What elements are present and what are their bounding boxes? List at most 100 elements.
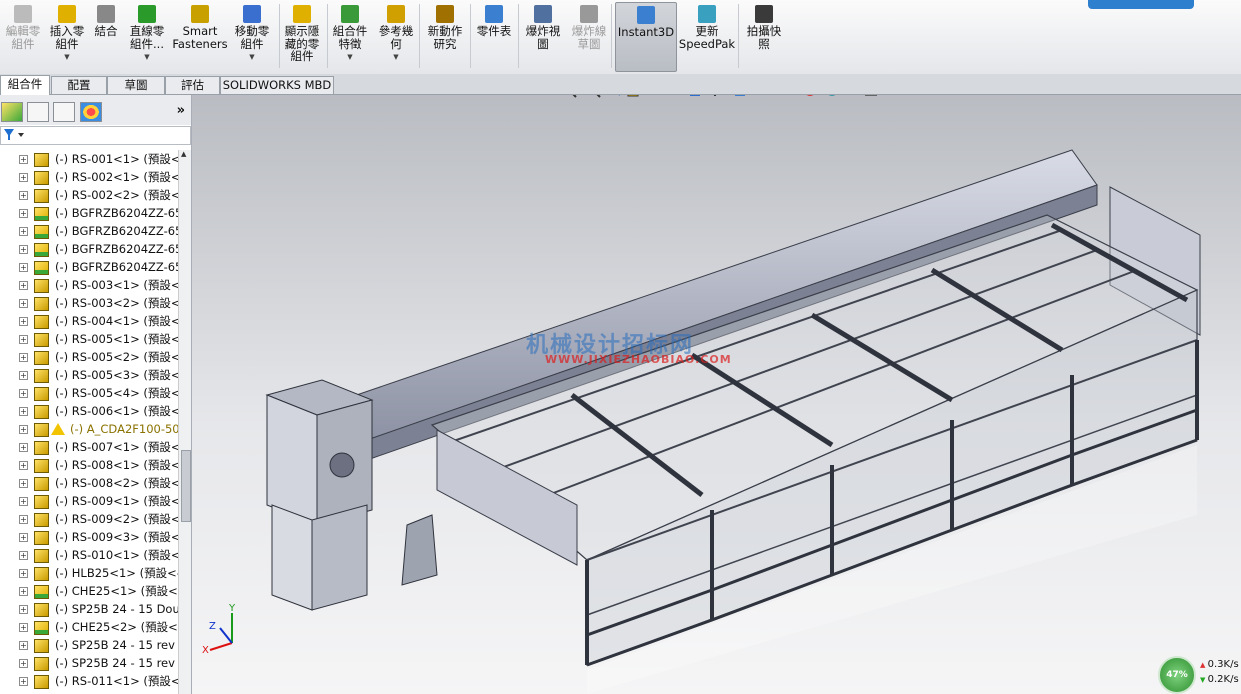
- ribbon-button-bom[interactable]: 零件表: [473, 2, 515, 70]
- ribbon-button-smart-fasteners[interactable]: Smart Fasteners: [172, 2, 228, 70]
- tab-layout[interactable]: 配置: [51, 76, 107, 94]
- tree-item[interactable]: + (-) BGFRZB6204ZZ-65: [0, 204, 178, 222]
- tree-item[interactable]: + (-) RS-006<1> (預設<: [0, 402, 178, 420]
- network-speed-widget[interactable]: 47% 0.3K/s 0.2K/s: [1158, 654, 1241, 694]
- ribbon-button-exploded-view[interactable]: 爆炸視 圖: [521, 2, 565, 70]
- tree-item[interactable]: + (-) RS-001<1> (預設<: [0, 150, 178, 168]
- tree-item[interactable]: + (-) CHE25<1> (預設<: [0, 582, 178, 600]
- scroll-up-icon[interactable]: ▲: [181, 150, 186, 158]
- filter-icon[interactable]: [1, 127, 27, 142]
- ribbon-button-edit-component[interactable]: 編輯零 組件: [2, 2, 44, 70]
- feature-tree-tab-icon[interactable]: [1, 102, 23, 122]
- expand-toggle-icon[interactable]: +: [19, 659, 28, 668]
- edit-appearance-icon[interactable]: [735, 95, 745, 96]
- tree-item[interactable]: + (-) RS-005<1> (預設<: [0, 330, 178, 348]
- section-view-icon[interactable]: [627, 95, 639, 97]
- expand-toggle-icon[interactable]: +: [19, 263, 28, 272]
- tree-item[interactable]: + (-) RS-007<1> (預設<: [0, 438, 178, 456]
- tree-item[interactable]: + (-) BGFRZB6204ZZ-65: [0, 258, 178, 276]
- property-manager-tab-icon[interactable]: [27, 102, 49, 122]
- display-pane-icon[interactable]: [865, 95, 877, 96]
- expand-toggle-icon[interactable]: +: [19, 371, 28, 380]
- feature-tree-filter[interactable]: [0, 126, 191, 145]
- tree-item[interactable]: + (-) RS-002<1> (預設<: [0, 168, 178, 186]
- ribbon-button-assembly-features[interactable]: 組合件 特徵 ▼: [330, 2, 370, 70]
- expand-toggle-icon[interactable]: +: [19, 497, 28, 506]
- ribbon-button-speedpak[interactable]: 更新 SpeedPak: [679, 2, 735, 70]
- expand-toggle-icon[interactable]: +: [19, 443, 28, 452]
- tree-item[interactable]: + (-) RS-005<2> (預設<: [0, 348, 178, 366]
- ribbon-button-motion-study[interactable]: 新動作 研究: [422, 2, 468, 70]
- zoom-to-fit-icon[interactable]: [563, 95, 577, 98]
- configuration-manager-tab-icon[interactable]: [53, 102, 75, 122]
- feature-tree-scrollbar[interactable]: ▲: [178, 150, 191, 694]
- tree-item[interactable]: + (-) RS-010<1> (預設<: [0, 546, 178, 564]
- tree-item[interactable]: + (-) RS-008<1> (預設<: [0, 456, 178, 474]
- tree-item[interactable]: + (-) RS-008<2> (預設<: [0, 474, 178, 492]
- tab-evaluate[interactable]: 評估: [165, 76, 220, 94]
- tree-item[interactable]: + (-) RS-009<1> (預設<: [0, 492, 178, 510]
- ribbon-button-explode-line[interactable]: 爆炸線 草圖: [567, 2, 611, 70]
- ribbon-button-insert-component[interactable]: 插入零 組件 ▼: [48, 2, 86, 70]
- expand-toggle-icon[interactable]: +: [19, 335, 28, 344]
- tree-item[interactable]: + (-) RS-004<1> (預設<: [0, 312, 178, 330]
- assembly-model-render[interactable]: Y X Z: [192, 95, 1241, 694]
- expand-toggle-icon[interactable]: +: [19, 533, 28, 542]
- dropdown-arrow-icon[interactable]: ▼: [144, 51, 149, 64]
- expand-toggle-icon[interactable]: +: [19, 551, 28, 560]
- expand-toggle-icon[interactable]: +: [19, 587, 28, 596]
- expand-toggle-icon[interactable]: +: [19, 209, 28, 218]
- tree-item[interactable]: + (-) A_CDA2F100-50: [0, 420, 178, 438]
- restore-viewport-icon[interactable]: ◧: [1158, 95, 1168, 96]
- expand-toggle-icon[interactable]: +: [19, 317, 28, 326]
- tree-item[interactable]: + (-) SP25B 24 - 15 rev 1: [0, 636, 178, 654]
- maximize-viewport-icon[interactable]: ☐: [1221, 95, 1231, 96]
- expand-toggle-icon[interactable]: +: [19, 245, 28, 254]
- tab-assembly[interactable]: 組合件: [0, 75, 50, 95]
- tab-sketch[interactable]: 草圖: [107, 76, 165, 94]
- graphics-viewport[interactable]: Y X Z ◧ ◨ — ☐ 机械设计招标网 WWW.JIXIEZHAOBIAO.…: [192, 95, 1241, 694]
- expand-toggle-icon[interactable]: +: [19, 227, 28, 236]
- expand-toggle-icon[interactable]: +: [19, 461, 28, 470]
- tree-item[interactable]: + (-) RS-009<2> (預設<: [0, 510, 178, 528]
- expand-toggle-icon[interactable]: +: [19, 155, 28, 164]
- dropdown-arrow-icon[interactable]: ▼: [249, 51, 254, 64]
- ribbon-button-snapshot[interactable]: 拍攝快 照: [742, 2, 786, 70]
- tree-item[interactable]: + (-) RS-002<2> (預設<: [0, 186, 178, 204]
- tree-item[interactable]: + (-) RS-011<1> (預設<: [0, 672, 178, 690]
- expand-toggle-icon[interactable]: +: [19, 407, 28, 416]
- expand-toggle-icon[interactable]: +: [19, 623, 28, 632]
- ribbon-button-linear-pattern[interactable]: 直線零 組件... ▼: [124, 2, 170, 70]
- ribbon-button-show-hidden[interactable]: 顯示隱 藏的零 組件: [281, 2, 323, 70]
- tab-solidworks-mbd[interactable]: SOLIDWORKS MBD: [220, 76, 334, 94]
- scroll-thumb[interactable]: [181, 450, 191, 522]
- tree-item[interactable]: + (-) RS-005<4> (預設<: [0, 384, 178, 402]
- tree-item[interactable]: + (-) SP25B 24 - 15 Dou: [0, 600, 178, 618]
- view-settings-icon[interactable]: [826, 95, 838, 96]
- display-style-icon[interactable]: [690, 95, 700, 96]
- expand-toggle-icon[interactable]: +: [19, 479, 28, 488]
- dropdown-arrow-icon[interactable]: ▼: [393, 51, 398, 64]
- tree-item[interactable]: + (-) CHE25<2> (預設<: [0, 618, 178, 636]
- expand-toggle-icon[interactable]: +: [19, 569, 28, 578]
- tree-item[interactable]: + (-) RS-009<3> (預設<: [0, 528, 178, 546]
- tree-item[interactable]: + (-) RS-005<3> (預設<: [0, 366, 178, 384]
- expand-toggle-icon[interactable]: +: [19, 173, 28, 182]
- expand-toggle-icon[interactable]: +: [19, 299, 28, 308]
- expand-panel-chevron-icon[interactable]: »: [177, 103, 185, 118]
- tree-item[interactable]: + (-) HLB25<1> (預設<-: [0, 564, 178, 582]
- expand-toggle-icon[interactable]: +: [19, 389, 28, 398]
- tree-item[interactable]: + (-) RS-003<2> (預設<: [0, 294, 178, 312]
- dropdown-arrow-icon[interactable]: ▼: [64, 51, 69, 64]
- ribbon-button-move-component[interactable]: 移動零 組件 ▼: [232, 2, 272, 70]
- minimize-viewport-icon[interactable]: —: [1203, 95, 1214, 96]
- expand-toggle-icon[interactable]: +: [19, 191, 28, 200]
- expand-toggle-icon[interactable]: +: [19, 515, 28, 524]
- split-viewport-icon[interactable]: ◨: [1181, 95, 1191, 96]
- expand-toggle-icon[interactable]: +: [19, 605, 28, 614]
- zoom-to-area-icon[interactable]: [587, 95, 601, 98]
- expand-toggle-icon[interactable]: +: [19, 353, 28, 362]
- ribbon-button-reference-geometry[interactable]: 參考幾 何 ▼: [375, 2, 417, 70]
- top-right-button[interactable]: [1088, 0, 1194, 9]
- dropdown-arrow-icon[interactable]: ▼: [347, 51, 352, 64]
